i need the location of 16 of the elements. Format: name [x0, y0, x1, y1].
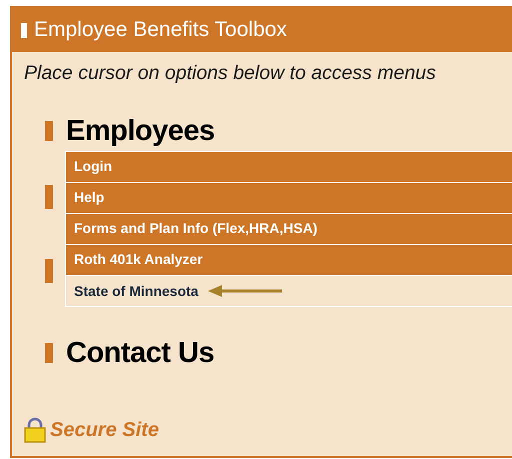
section-marker-icon [45, 121, 53, 141]
arrow-icon [208, 285, 282, 297]
panel-title: Employee Benefits Toolbox [34, 18, 287, 42]
section-heading[interactable]: Employees [66, 114, 215, 148]
menu-item[interactable]: Roth 401k Analyzer [66, 245, 512, 275]
padlock-icon [24, 417, 46, 443]
section-marker-icon [44, 259, 52, 283]
menu-item[interactable]: Login [66, 152, 512, 182]
section-marker-icon [44, 185, 52, 209]
header-marker-icon [21, 22, 27, 38]
menu-item[interactable]: Forms and Plan Info (Flex,HRA,HSA) [66, 214, 512, 244]
section-heading[interactable]: Contact Us [66, 336, 214, 370]
section-marker-icon [45, 343, 53, 363]
instruction-text: Place cursor on options below to access menus [23, 61, 437, 85]
menu-item[interactable]: Help [66, 183, 512, 213]
secure-site-label: Secure Site [50, 418, 159, 442]
